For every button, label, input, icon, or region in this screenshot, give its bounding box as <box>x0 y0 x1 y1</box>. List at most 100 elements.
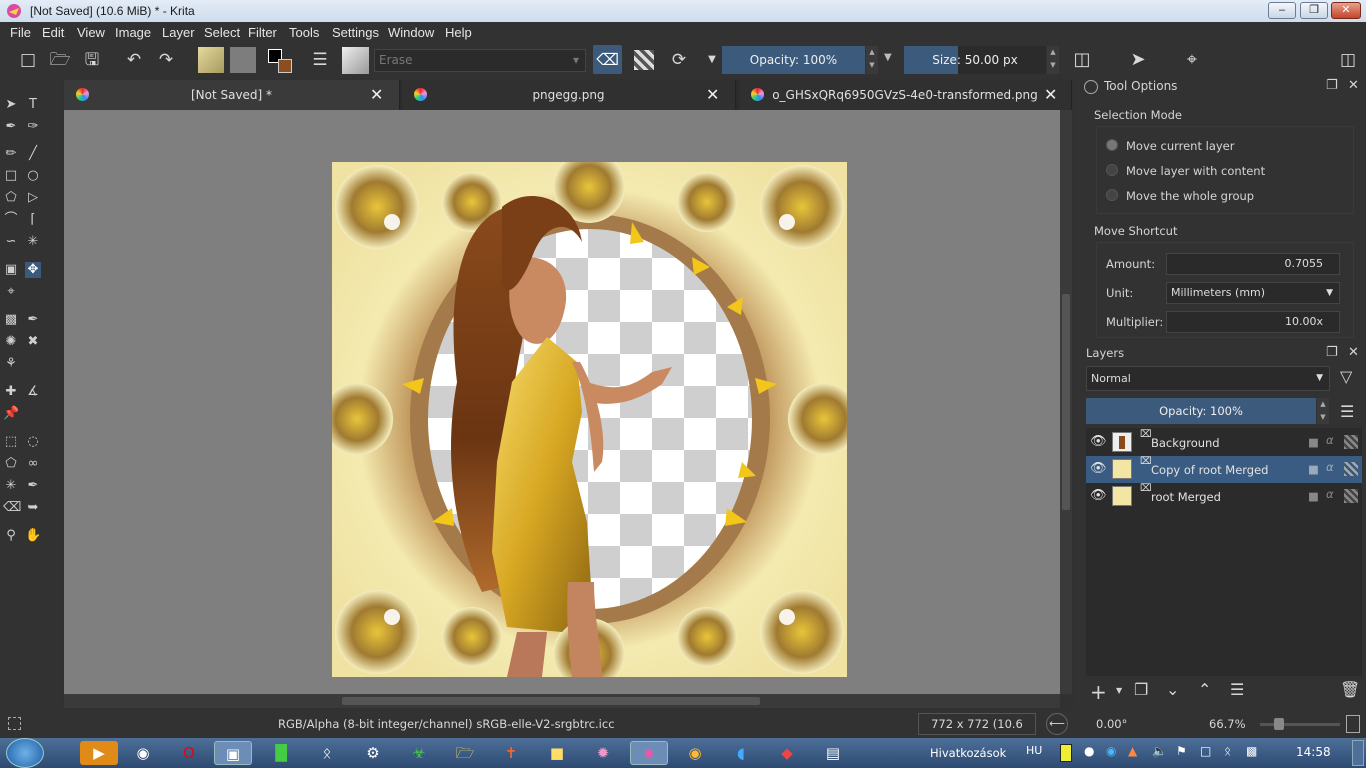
move-tool-icon[interactable]: ✥ <box>25 262 41 278</box>
network-icon[interactable]: ▩ <box>1246 744 1257 758</box>
alpha-lock-icon[interactable] <box>1344 462 1358 476</box>
lock-icon[interactable]: ■ <box>1308 489 1319 503</box>
reload-preset-icon[interactable]: ⟳ <box>667 48 691 72</box>
smart-patch-icon[interactable]: ✖ <box>25 334 41 350</box>
clock[interactable]: 14:58 <box>1296 745 1331 759</box>
contiguous-select-icon[interactable]: ✳ <box>3 478 19 494</box>
layer-opacity-spinner[interactable]: ▲ ▼ <box>1317 398 1329 424</box>
alpha-inherit-icon[interactable]: α <box>1326 433 1334 447</box>
move-layer-down-icon[interactable]: ⌄ <box>1166 680 1179 699</box>
mode-move-whole-group[interactable]: Move the whole group <box>1126 189 1254 203</box>
taskbar-krita-icon[interactable]: ✹ <box>630 741 668 765</box>
taskbar-app2-icon[interactable]: █ <box>262 741 300 765</box>
multiplier-input[interactable]: 10.00x <box>1166 311 1340 333</box>
dynamic-brush-icon[interactable]: ∽ <box>3 234 19 250</box>
alpha-lock-icon[interactable] <box>1344 489 1358 503</box>
alpha-inherit-icon[interactable]: α <box>1326 487 1334 501</box>
mirror-horizontal-icon[interactable]: ◫ <box>1070 48 1094 72</box>
amount-input[interactable]: 0.7055 <box>1166 253 1340 275</box>
taskbar-chrome-icon[interactable]: ◉ <box>124 741 162 765</box>
pattern-preset-icon[interactable] <box>230 47 256 73</box>
vertical-scrollbar[interactable] <box>1060 110 1072 694</box>
float-docker-icon[interactable]: ❐ <box>1326 345 1338 360</box>
visibility-eye-icon[interactable]: 👁 <box>1090 488 1107 503</box>
lock-icon[interactable]: ■ <box>1308 462 1319 476</box>
rect-select-icon[interactable]: ⬚ <box>3 434 19 450</box>
tray-icon-2[interactable]: ● <box>1084 744 1094 758</box>
text-tool-icon[interactable]: T <box>25 97 41 113</box>
opacity-spinner[interactable]: ▲ ▼ <box>866 46 878 74</box>
color-picker-icon[interactable]: ✒ <box>25 312 41 328</box>
line-tool-icon[interactable]: ╱ <box>25 146 41 162</box>
menu-image[interactable]: Image <box>115 25 151 40</box>
taskbar-app10-icon[interactable]: ◆ <box>768 741 806 765</box>
close-tab-icon[interactable]: ✕ <box>706 85 719 104</box>
redo-icon[interactable]: ↷ <box>154 48 178 72</box>
start-button[interactable] <box>6 738 44 768</box>
flag-icon[interactable]: ⚑ <box>1176 744 1187 758</box>
edit-shapes-icon[interactable]: ✒ <box>3 119 19 135</box>
menu-window[interactable]: Window <box>388 25 434 40</box>
add-layer-icon[interactable]: + <box>1090 680 1107 704</box>
radio-move-current-layer[interactable] <box>1106 139 1118 151</box>
alpha-lock-icon[interactable] <box>634 50 654 70</box>
tray-icon-4[interactable]: ▲ <box>1128 744 1137 758</box>
crop-tool-icon[interactable]: ⌖ <box>3 284 19 300</box>
chevron-down-icon[interactable]: ▼ <box>1116 686 1122 695</box>
horizontal-scrollbar[interactable] <box>64 694 1060 708</box>
rotate-canvas-icon[interactable]: ⟵ <box>1046 713 1068 735</box>
menu-tools[interactable]: Tools <box>289 25 319 40</box>
move-layer-up-icon[interactable]: ⌃ <box>1198 680 1211 699</box>
menu-view[interactable]: View <box>77 25 105 40</box>
taskbar-folder-icon[interactable]: 🗁 <box>446 741 484 765</box>
open-folder-icon[interactable]: 🗁 <box>48 48 72 72</box>
tab-not-saved[interactable]: [Not Saved] * ✕ <box>64 80 400 110</box>
duplicate-layer-icon[interactable]: ❐ <box>1134 680 1148 699</box>
bezier-select-icon[interactable]: ⌫ <box>3 500 21 516</box>
assistant-tool-icon[interactable]: ✚ <box>3 384 19 400</box>
brush-preset-icon[interactable] <box>342 47 369 74</box>
gradient-tool-icon[interactable]: ▩ <box>3 312 19 328</box>
brush-tool-icon[interactable]: ✏ <box>3 146 19 162</box>
layers-menu-icon[interactable]: ☰ <box>1340 402 1354 421</box>
mode-move-current-layer[interactable]: Move current layer <box>1126 139 1235 153</box>
close-docker-icon[interactable]: ✕ <box>1348 78 1359 93</box>
taskbar-app-icon[interactable]: ▣ <box>214 741 252 765</box>
taskbar-opera-icon[interactable]: O <box>170 741 208 765</box>
menu-settings[interactable]: Settings <box>332 25 379 40</box>
taskbar-app11-icon[interactable]: ▤ <box>814 741 852 765</box>
close-docker-icon[interactable]: ✕ <box>1348 345 1359 360</box>
menu-help[interactable]: Help <box>445 25 472 40</box>
layer-blend-mode-select[interactable]: Normal ▼ <box>1086 366 1330 391</box>
layer-opacity-slider[interactable]: Opacity: 100% <box>1086 398 1316 424</box>
maximize-button[interactable]: ❐ <box>1300 2 1328 19</box>
eraser-mode-icon[interactable]: ⌫ <box>593 45 622 74</box>
bluetooth-tray-icon[interactable]: ᛟ <box>1224 744 1231 758</box>
close-tab-icon[interactable]: ✕ <box>1044 85 1057 104</box>
float-docker-icon[interactable]: ❐ <box>1326 78 1338 93</box>
language-indicator[interactable]: HU <box>1026 744 1042 757</box>
alpha-lock-icon[interactable] <box>1344 435 1358 449</box>
save-icon[interactable]: 🖫 <box>80 48 104 72</box>
taskbar-media-icon[interactable]: ▶ <box>80 741 118 765</box>
menu-layer[interactable]: Layer <box>162 25 195 40</box>
taskbar-app9-icon[interactable]: ◖ <box>722 741 760 765</box>
fill-tool-icon[interactable]: ⚘ <box>3 356 19 372</box>
menu-filter[interactable]: Filter <box>248 25 277 40</box>
polygon-tool-icon[interactable]: ⬠ <box>3 190 19 206</box>
workspace-icon[interactable]: ◫ <box>1336 48 1360 72</box>
polygon-select-icon[interactable]: ⬠ <box>3 456 19 472</box>
zoom-slider[interactable] <box>1260 718 1340 730</box>
fit-page-icon[interactable] <box>1346 715 1360 733</box>
calligraphy-icon[interactable]: ✑ <box>25 119 41 135</box>
tab-pngegg[interactable]: pngegg.png ✕ <box>402 80 736 110</box>
radio-move-layer-with-content[interactable] <box>1106 164 1118 176</box>
alpha-inherit-icon[interactable]: α <box>1326 460 1334 474</box>
polyline-tool-icon[interactable]: ▷ <box>25 190 41 206</box>
gradient-preset-icon[interactable] <box>198 47 224 73</box>
chevron-down-icon[interactable]: ▼ <box>884 52 892 63</box>
colorize-mask-icon[interactable]: ✺ <box>3 334 19 350</box>
close-tab-icon[interactable]: ✕ <box>370 85 383 104</box>
tray-icon-1[interactable] <box>1060 744 1072 762</box>
mirror-vertical-icon[interactable]: ➤ <box>1126 48 1150 72</box>
